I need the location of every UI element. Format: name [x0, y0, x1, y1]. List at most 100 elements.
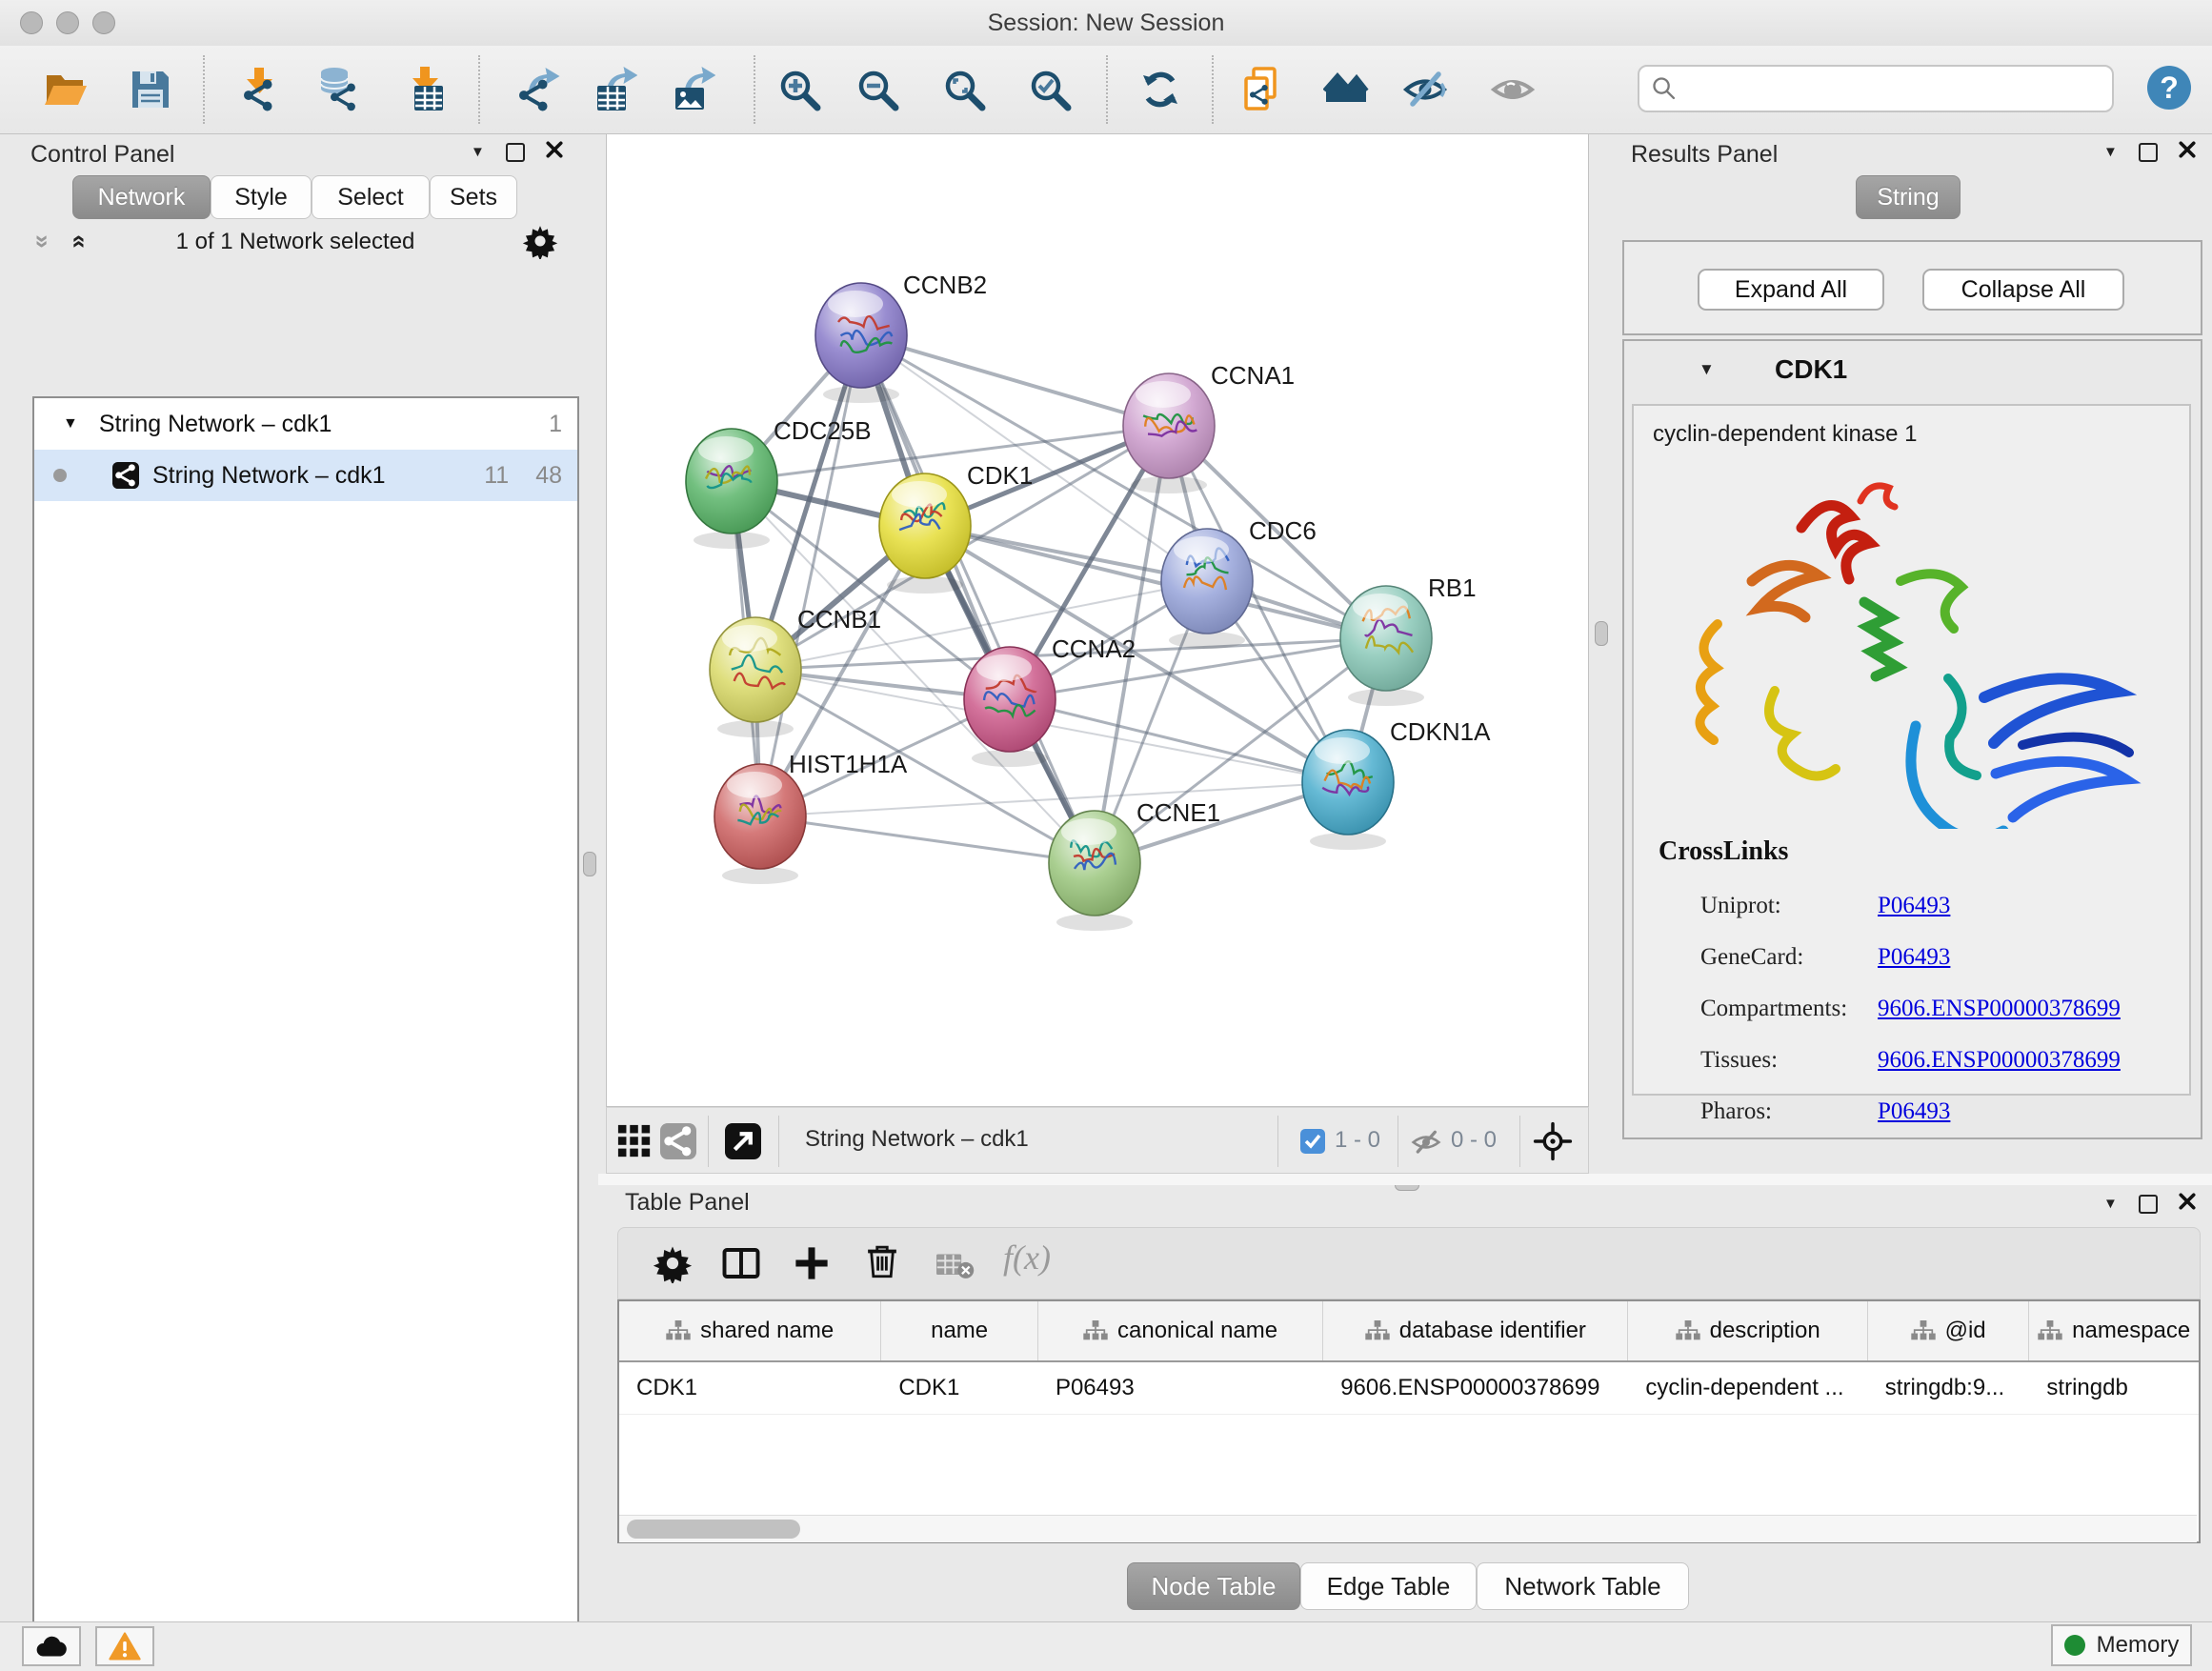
column-header[interactable]: shared name — [619, 1301, 881, 1360]
node-label-CCNB2: CCNB2 — [903, 271, 987, 299]
tree-expand-icon[interactable]: ▼ — [63, 415, 78, 433]
export-image-button[interactable] — [670, 67, 715, 112]
crosslink-value[interactable]: P06493 — [1878, 1098, 1950, 1125]
tab-node-table[interactable]: Node Table — [1127, 1562, 1300, 1610]
new-network-from-selection-button[interactable] — [1242, 67, 1288, 112]
birdseye-grid-icon[interactable] — [616, 1123, 653, 1159]
network-canvas[interactable]: CCNB2CCNA1CDC25BCDK1CDC6RB1CCNB1CCNA2CDK… — [606, 133, 1589, 1107]
selected-checkbox-icon[interactable] — [1300, 1129, 1325, 1154]
network-row-selected[interactable]: String Network – cdk1 11 48 — [34, 450, 577, 501]
warnings-button[interactable] — [95, 1626, 154, 1666]
panel-float-icon[interactable] — [506, 143, 525, 162]
table-header-row: shared name name canonical name database… — [619, 1301, 2199, 1362]
import-table-file-button[interactable] — [403, 67, 449, 112]
column-type-icon — [1676, 1320, 1700, 1341]
entry-gene-name: CDK1 — [1775, 354, 1847, 385]
open-session-button[interactable] — [42, 67, 88, 112]
import-network-database-button[interactable] — [317, 67, 363, 112]
tab-select[interactable]: Select — [312, 175, 430, 219]
column-header[interactable]: namespace — [2029, 1301, 2199, 1360]
panel-close-icon[interactable] — [546, 141, 563, 163]
table-row[interactable]: CDK1 CDK1 P06493 9606.ENSP00000378699 cy… — [619, 1362, 2199, 1415]
panel-menu-icon[interactable]: ▼ — [2103, 1196, 2118, 1212]
table-panel-title: Table Panel — [625, 1189, 750, 1217]
left-splitter-handle[interactable] — [583, 852, 596, 876]
apply-layout-button[interactable] — [1137, 67, 1183, 112]
zoom-fit-button[interactable] — [941, 67, 987, 112]
table-horizontal-scrollbar[interactable] — [619, 1515, 2197, 1542]
tab-network-table[interactable]: Network Table — [1477, 1562, 1689, 1610]
network-edge-CDK1-RB1[interactable] — [925, 526, 1386, 638]
panel-float-icon[interactable] — [2139, 1195, 2158, 1214]
network-edge-HIST1H1A-CCNE1[interactable] — [760, 816, 1095, 863]
collapse-all-button[interactable]: Collapse All — [1922, 269, 2124, 311]
column-header[interactable]: database identifier — [1323, 1301, 1628, 1360]
network-collection-row[interactable]: ▼ String Network – cdk1 1 — [34, 398, 577, 450]
column-header[interactable]: @id — [1868, 1301, 2030, 1360]
hide-selected-button[interactable] — [1402, 67, 1448, 112]
export-table-button[interactable] — [592, 67, 637, 112]
first-neighbors-button[interactable] — [1323, 67, 1369, 112]
panel-close-icon[interactable] — [2179, 1193, 2196, 1215]
panel-close-icon[interactable] — [2179, 141, 2196, 163]
crosslink-value[interactable]: P06493 — [1878, 893, 1950, 919]
network-edge-CCNB2-HIST1H1A[interactable] — [760, 335, 861, 816]
cloud-icon — [34, 1633, 69, 1660]
tab-network[interactable]: Network — [72, 175, 211, 219]
export-network-button[interactable] — [515, 67, 561, 112]
network-edge-CCNB2-CCNA1[interactable] — [861, 335, 1169, 426]
export-table-icon — [592, 67, 637, 112]
column-header[interactable]: canonical name — [1038, 1301, 1323, 1360]
horizontal-splitter[interactable] — [598, 1174, 2212, 1185]
network-options-gear-icon[interactable] — [522, 223, 558, 259]
crosslink-value[interactable]: 9606.ENSP00000378699 — [1878, 1047, 2121, 1074]
cloud-status-button[interactable] — [22, 1626, 81, 1666]
export-network-icon — [515, 67, 561, 112]
save-session-button[interactable] — [128, 67, 173, 112]
network-edge-CCNB2-CCNE1[interactable] — [861, 335, 1095, 863]
show-columns-icon[interactable] — [721, 1243, 761, 1283]
toolbar-search-input[interactable] — [1638, 65, 2114, 112]
window-title: Session: New Session — [0, 10, 2212, 37]
tab-style[interactable]: Style — [211, 175, 312, 219]
panel-menu-icon[interactable]: ▼ — [471, 144, 485, 160]
birdseye-crosshair-icon[interactable] — [1533, 1121, 1573, 1161]
network-row-label: String Network – cdk1 — [152, 462, 484, 490]
help-button[interactable]: ? — [2147, 66, 2191, 110]
panel-menu-icon[interactable]: ▼ — [2103, 144, 2118, 160]
houses-icon — [1323, 67, 1369, 112]
zoom-out-button[interactable] — [855, 67, 900, 112]
network-tree: ▼ String Network – cdk1 1 String Network… — [32, 396, 579, 1671]
table-options-gear-icon[interactable] — [653, 1243, 693, 1283]
import-network-file-button[interactable] — [236, 67, 282, 112]
show-all-button[interactable] — [1490, 67, 1536, 112]
network-selection-status: 1 of 1 Network selected — [11, 229, 579, 255]
memory-button[interactable]: Memory — [2051, 1624, 2192, 1666]
tab-string[interactable]: String — [1856, 175, 1961, 219]
results-entry-box: ▼ CDK1 cyclin-dependent kinase 1 — [1622, 339, 2202, 1139]
crosslinks-list: Uniprot:P06493 GeneCard:P06493 Compartme… — [1700, 880, 2177, 1137]
node-label-CCNA1: CCNA1 — [1211, 361, 1295, 390]
delete-column-trash-icon[interactable] — [862, 1241, 902, 1281]
add-column-icon[interactable] — [792, 1243, 832, 1283]
column-header[interactable]: name — [881, 1301, 1038, 1360]
entry-content: cyclin-dependent kinase 1 — [1632, 404, 2191, 1096]
entry-collapse-icon[interactable]: ▼ — [1699, 360, 1715, 379]
scrollbar-thumb[interactable] — [627, 1520, 800, 1539]
crosslink-value[interactable]: 9606.ENSP00000378699 — [1878, 996, 2121, 1022]
column-header[interactable]: description — [1628, 1301, 1867, 1360]
open-in-window-icon[interactable] — [725, 1123, 761, 1159]
crosslink-value[interactable]: P06493 — [1878, 944, 1950, 971]
network-status-dot — [53, 469, 67, 482]
network-type-share-icon[interactable] — [660, 1123, 696, 1159]
expand-all-button[interactable]: Expand All — [1698, 269, 1884, 311]
results-buttons-box: Expand All Collapse All — [1622, 240, 2202, 335]
tab-edge-table[interactable]: Edge Table — [1300, 1562, 1477, 1610]
zoom-selected-button[interactable] — [1027, 67, 1073, 112]
warning-icon — [109, 1632, 141, 1661]
right-splitter-handle[interactable] — [1595, 621, 1608, 646]
panel-float-icon[interactable] — [2139, 143, 2158, 162]
network-graph[interactable]: CCNB2CCNA1CDC25BCDK1CDC6RB1CCNB1CCNA2CDK… — [607, 134, 1588, 1106]
tab-sets[interactable]: Sets — [430, 175, 517, 219]
zoom-in-button[interactable] — [776, 67, 822, 112]
